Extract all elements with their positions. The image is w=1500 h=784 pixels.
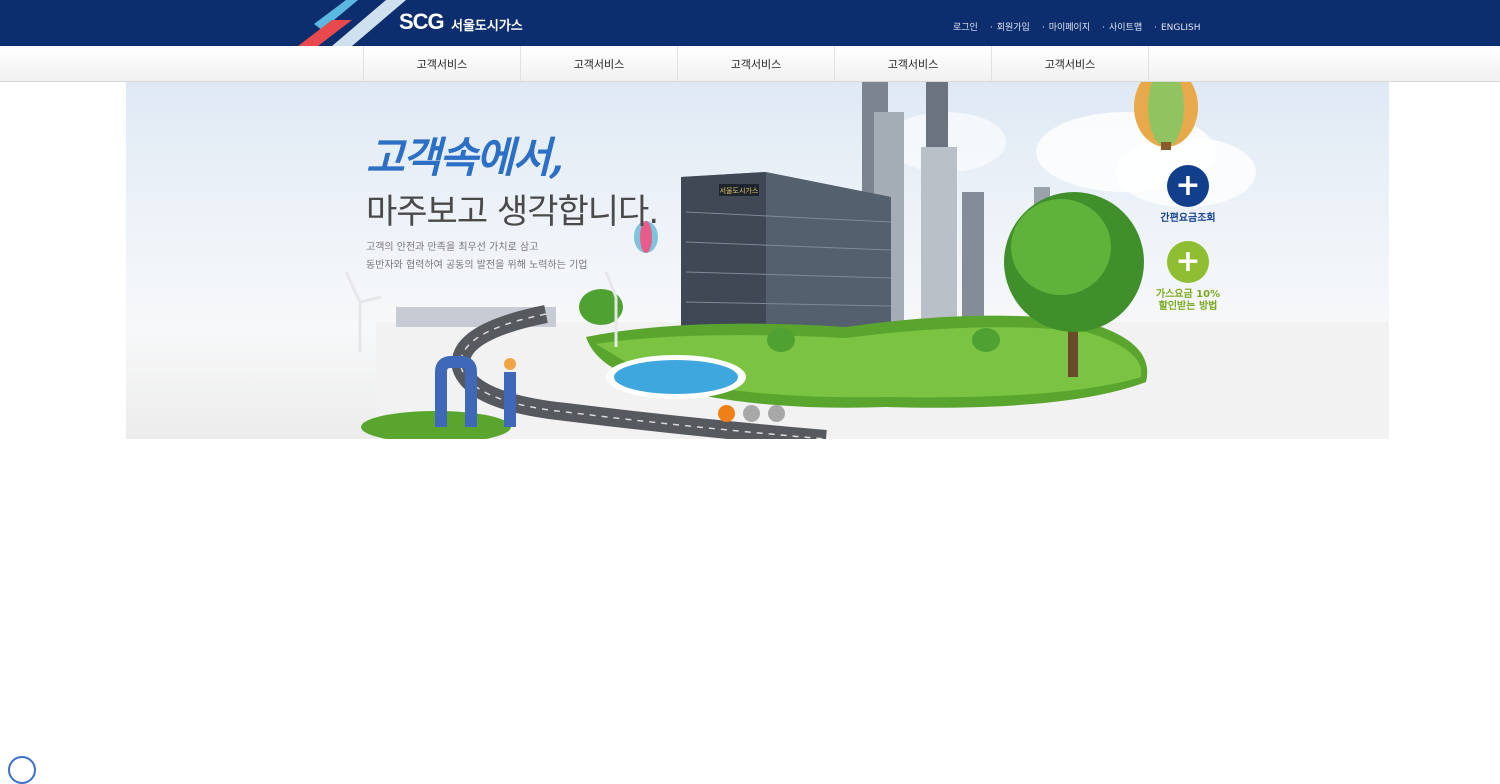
slider-pagination (718, 405, 785, 422)
floating-widget-icon[interactable] (8, 756, 36, 784)
mypage-link[interactable]: 마이페이지 (1036, 22, 1096, 34)
hero-headline-secondary: 마주보고 생각합니다. (366, 192, 659, 232)
nav-item-customer-service[interactable]: 고객서비스 (521, 46, 678, 81)
hero-description: 고객의 안전과 만족을 최우선 가치로 삼고 동반자와 협력하여 공동의 발전을… (366, 239, 587, 275)
quick-fee-lookup-button[interactable]: + 간편요금조회 (1148, 165, 1228, 225)
logo-brand-korean[interactable]: 서울도시가스 (451, 15, 523, 34)
nav-item-customer-service[interactable]: 고객서비스 (992, 46, 1149, 81)
logo-stripes-icon[interactable] (296, 0, 406, 46)
top-header: SCG 서울도시가스 로그인 회원가입 마이페이지 사이트맵 ENGLISH (0, 0, 1500, 46)
logo-brand[interactable]: SCG (399, 9, 445, 35)
building-sign: 서울도시가스 (720, 186, 759, 195)
slider-dot-3[interactable] (768, 405, 785, 422)
hero-description-line: 고객의 안전과 만족을 최우선 가치로 삼고 (366, 242, 539, 253)
quick-button-label-line[interactable]: 가스요금 10% (1148, 289, 1228, 301)
main-nav: 고객서비스 고객서비스 고객서비스 고객서비스 고객서비스 (0, 46, 1500, 82)
quick-button-label[interactable]: 가스요금 10% 할인받는 방법 (1148, 289, 1228, 313)
hero-description-line: 동반자와 협력하여 공동의 발전을 위해 노력하는 기업 (366, 260, 588, 271)
hero-headline-primary: 고객속에서, (366, 133, 564, 182)
nav-item-customer-service[interactable]: 고객서비스 (678, 46, 835, 81)
plus-icon[interactable]: + (1167, 241, 1209, 283)
signup-link[interactable]: 회원가입 (984, 22, 1036, 34)
english-link[interactable]: ENGLISH (1148, 22, 1206, 34)
sitemap-link[interactable]: 사이트맵 (1096, 22, 1148, 34)
gas-discount-guide-button[interactable]: + 가스요금 10% 할인받는 방법 (1148, 241, 1228, 313)
plus-icon[interactable]: + (1167, 165, 1209, 207)
nav-item-customer-service[interactable]: 고객서비스 (364, 46, 521, 81)
quick-button-label[interactable]: 간편요금조회 (1148, 213, 1228, 225)
quick-button-label-line[interactable]: 할인받는 방법 (1148, 301, 1228, 313)
slider-dot-2[interactable] (743, 405, 760, 422)
utility-links: 로그인 회원가입 마이페이지 사이트맵 ENGLISH (947, 22, 1207, 34)
hero-banner: 서울도시가스 고객속에서, 마주보고 생각합니다. 고객의 안전과 만족을 최우… (126, 82, 1389, 439)
slider-dot-1[interactable] (718, 405, 735, 422)
nav-item-customer-service[interactable]: 고객서비스 (835, 46, 992, 81)
login-link[interactable]: 로그인 (947, 22, 984, 34)
